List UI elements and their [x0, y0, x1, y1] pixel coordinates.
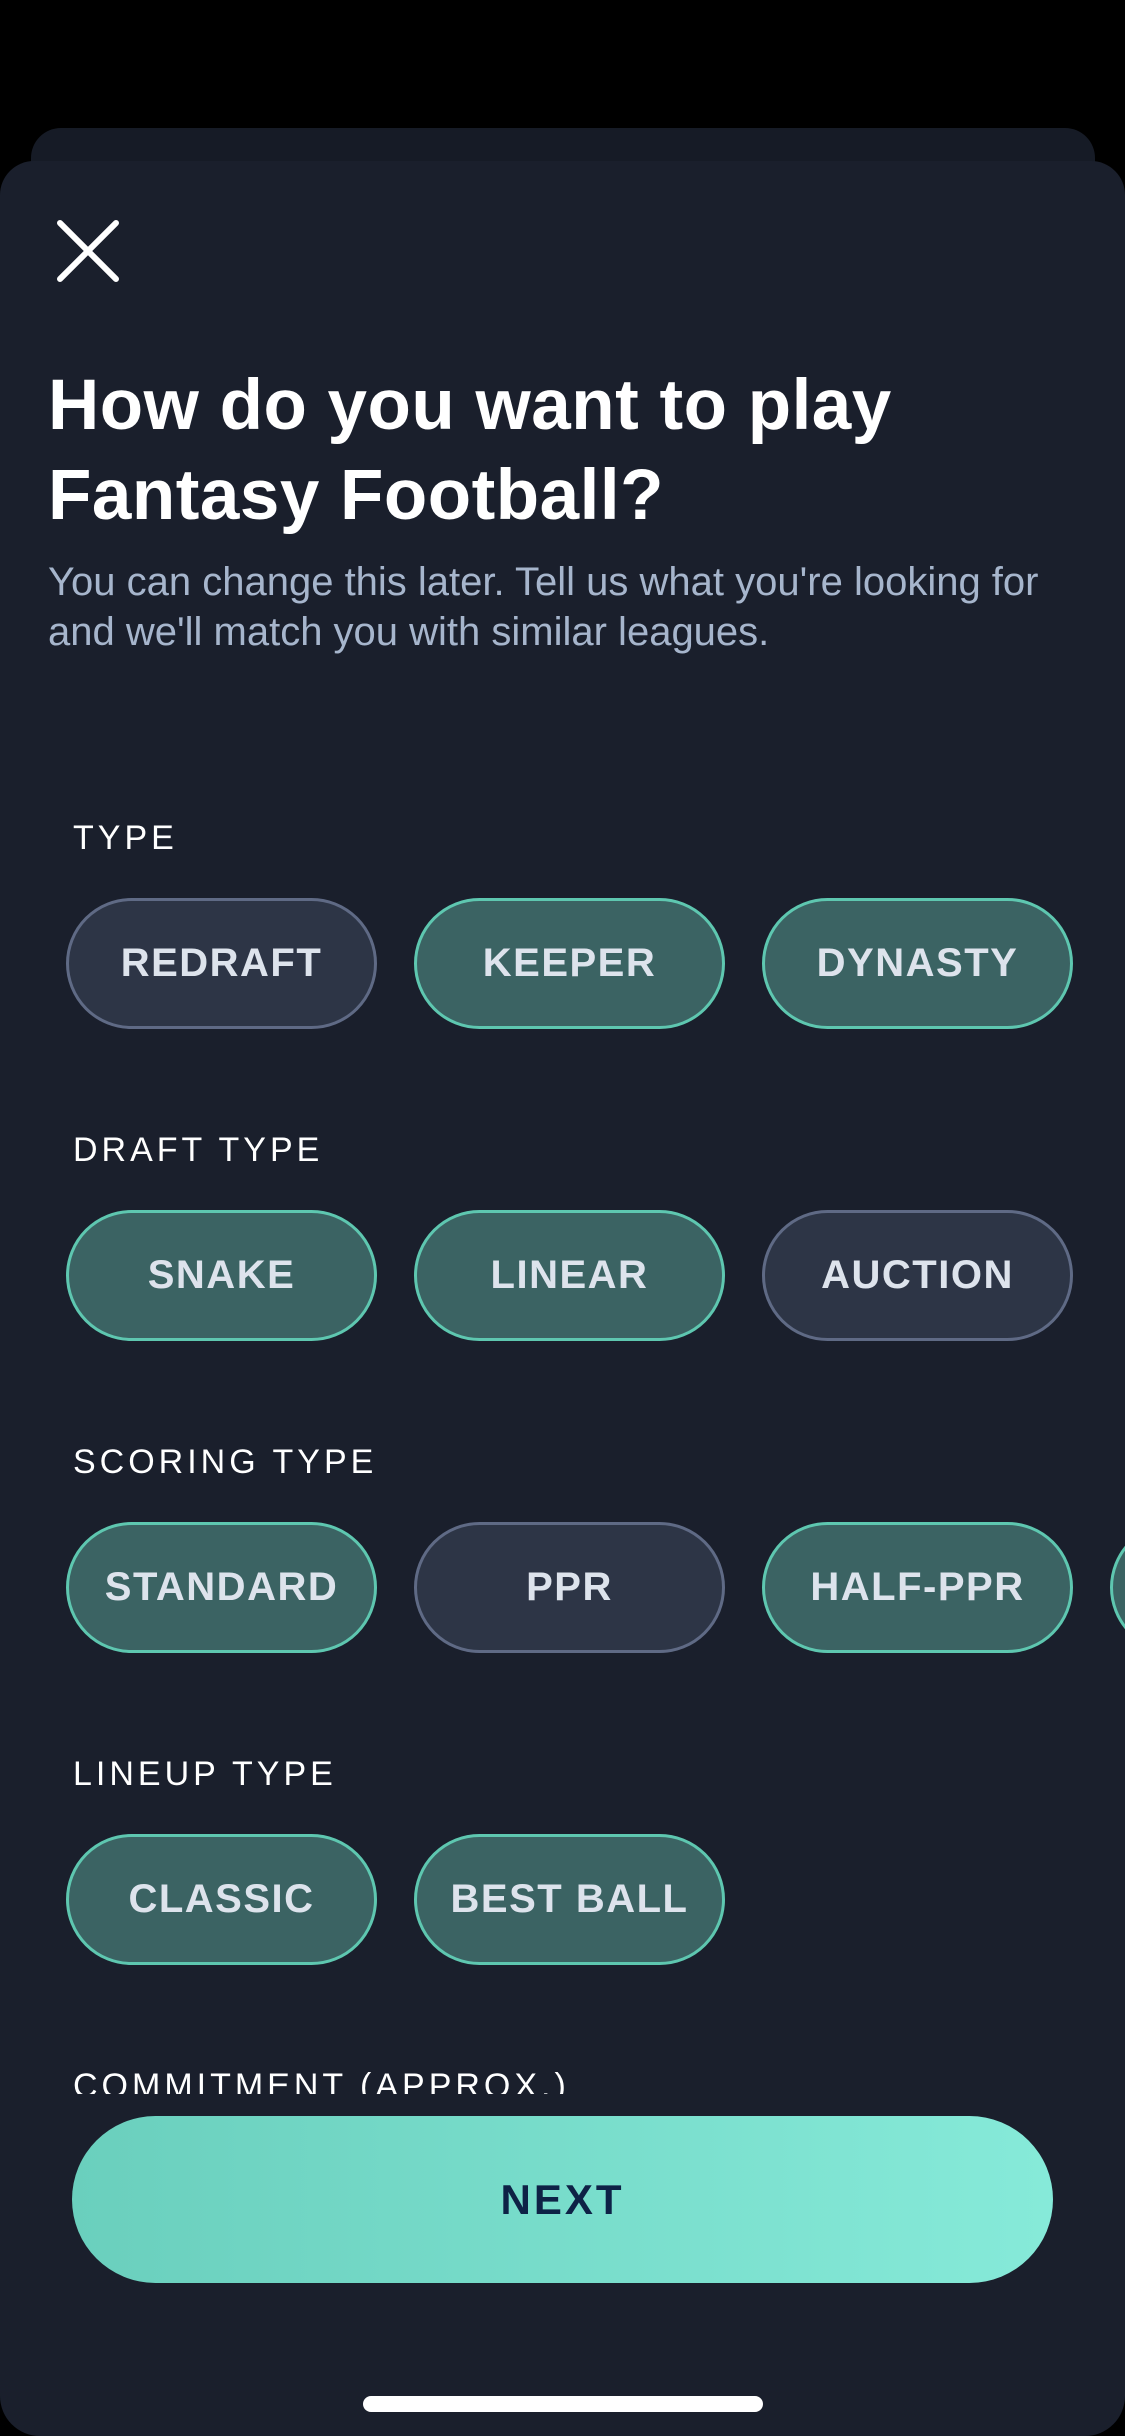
- section-label-type: TYPE: [73, 819, 178, 857]
- section-label-draft-type: DRAFT TYPE: [73, 1131, 324, 1169]
- lineup-type-options: CLASSIC BEST BALL: [66, 1834, 1125, 1965]
- next-button[interactable]: NEXT: [72, 2116, 1053, 2283]
- preferences-sheet: How do you want to play Fantasy Football…: [0, 161, 1125, 2436]
- close-button[interactable]: [54, 217, 122, 285]
- page-subtitle: You can change this later. Tell us what …: [48, 560, 1039, 654]
- option-redraft[interactable]: REDRAFT: [66, 898, 377, 1029]
- option-standard[interactable]: STANDARD: [66, 1522, 377, 1653]
- scoring-type-options[interactable]: STANDARD PPR HALF-PPR: [66, 1522, 1125, 1653]
- section-label-scoring-type: SCORING TYPE: [73, 1443, 378, 1481]
- page-title: How do you want to play Fantasy Football…: [48, 366, 892, 535]
- option-scoring-more[interactable]: [1110, 1522, 1125, 1653]
- option-auction[interactable]: AUCTION: [762, 1210, 1073, 1341]
- option-keeper[interactable]: KEEPER: [414, 898, 725, 1029]
- option-classic[interactable]: CLASSIC: [66, 1834, 377, 1965]
- close-icon: [57, 220, 119, 282]
- type-options: REDRAFT KEEPER DYNASTY: [66, 898, 1125, 1029]
- section-label-lineup-type: LINEUP TYPE: [73, 1755, 337, 1793]
- section-label-commitment: COMMITMENT (APPROX.): [73, 2067, 570, 2094]
- home-indicator[interactable]: [363, 2396, 763, 2412]
- option-ppr[interactable]: PPR: [414, 1522, 725, 1653]
- draft-type-options: SNAKE LINEAR AUCTION: [66, 1210, 1125, 1341]
- option-snake[interactable]: SNAKE: [66, 1210, 377, 1341]
- option-linear[interactable]: LINEAR: [414, 1210, 725, 1341]
- scroll-area[interactable]: How do you want to play Fantasy Football…: [0, 161, 1125, 2094]
- option-dynasty[interactable]: DYNASTY: [762, 898, 1073, 1029]
- option-best-ball[interactable]: BEST BALL: [414, 1834, 725, 1965]
- option-half-ppr[interactable]: HALF-PPR: [762, 1522, 1073, 1653]
